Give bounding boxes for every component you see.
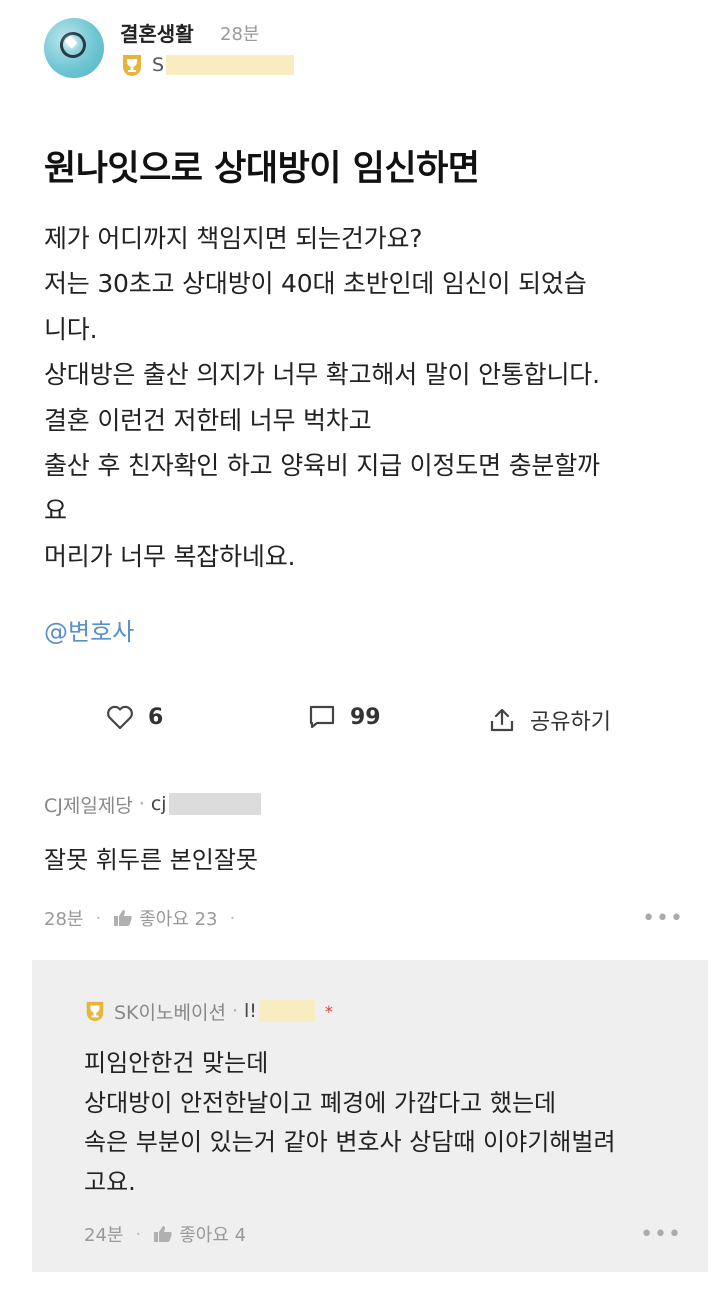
post-title: 원나잇으로 상대방이 임신하면 [44, 149, 480, 189]
post-body-line: 결혼 이런건 저한테 너무 벅차고 [44, 405, 372, 435]
board-name[interactable]: 결혼생활 [120, 18, 194, 47]
author-marker: * [324, 1001, 333, 1021]
reply: SK이노베이션 · l! * 피임안한건 맞는데 상대방이 안전한날이고 폐경에… [84, 996, 682, 1247]
comment-time: 28분 [44, 909, 84, 930]
mention-tag[interactable]: @변호사 [44, 612, 134, 647]
comment-header: CJ제일제당 · cj [44, 790, 684, 818]
comment-icon [309, 705, 335, 729]
comment-text: 잘못 휘두른 본인잘못 [44, 846, 258, 874]
post-body-line: 출산 후 친자확인 하고 양육비 지급 이정도면 충분할까 [44, 451, 600, 481]
comment: CJ제일제당 · cj 잘못 휘두른 본인잘못 28분 · 좋아요 23 · •… [44, 790, 684, 931]
trophy-badge-icon [86, 1001, 104, 1022]
post-time: 28분 [220, 24, 260, 45]
action-bar: 6 99 공유하기 [0, 696, 716, 744]
separator-dot: · [135, 1223, 142, 1245]
post-body-line: 머리가 너무 복잡하네요. [44, 541, 296, 571]
reply-header: SK이노베이션 · l! * [84, 996, 682, 1026]
comment-like-label[interactable]: 좋아요 23 [139, 905, 217, 931]
heart-icon [107, 705, 133, 730]
comment-meta: 28분 · 좋아요 23 · ••• [44, 904, 684, 932]
reply-body: 피임안한건 맞는데 상대방이 안전한날이고 폐경에 가깝다고 했는데 속은 부분… [84, 1044, 682, 1202]
post-body-line: 요 [44, 496, 67, 526]
share-label: 공유하기 [530, 710, 611, 735]
post-body-line: 제가 어디까지 책임지면 되는건가요? [44, 224, 423, 253]
reply-body-line: 속은 부분이 있는거 같아 변호사 상담때 이야기해벌려 [84, 1128, 616, 1156]
separator-dot: · [95, 907, 102, 929]
share-icon [490, 708, 514, 732]
redacted-author [166, 55, 295, 75]
more-dots-icon[interactable]: ••• [642, 906, 684, 931]
comment-button[interactable]: 99 [308, 704, 381, 730]
redacted-reply-author [258, 1000, 315, 1022]
post-body-line: 상대방은 출산 의지가 너무 확고해서 말이 안통합니다. [44, 360, 600, 390]
more-dots-icon[interactable]: ••• [640, 1222, 682, 1247]
share-button[interactable]: 공유하기 [488, 704, 611, 736]
comment-author: cj [150, 793, 167, 815]
reply-company[interactable]: SK이노베이션 [114, 998, 226, 1025]
post-body-line: 저는 30초고 상대방이 40대 초반인데 임신이 되었습 [44, 269, 587, 299]
reply-body-line: 상대방이 안전한날이고 폐경에 가깝다고 했는데 [84, 1088, 557, 1117]
post-body-line: 니다. [44, 314, 98, 344]
comment-company[interactable]: CJ제일제당 [44, 791, 133, 818]
separator-dot: · [231, 1000, 238, 1022]
reply-like-label[interactable]: 좋아요 4 [179, 1221, 246, 1247]
reply-meta: 24분 · 좋아요 4 ••• [84, 1220, 682, 1248]
reply-time: 24분 [84, 1225, 124, 1246]
thumbs-up-icon[interactable] [113, 909, 133, 927]
reply-body-line: 피임안한건 맞는데 [84, 1049, 269, 1077]
redacted-comment-author [168, 793, 261, 815]
separator-dot: · [229, 907, 236, 929]
author-row: S [120, 52, 295, 78]
reply-body-line: 고요. [84, 1167, 136, 1196]
post-header: 결혼생활 28분 S [44, 16, 684, 80]
post-body: 제가 어디까지 책임지면 되는건가요? 저는 30초고 상대방이 40대 초반인… [44, 216, 684, 579]
like-button[interactable]: 6 [106, 704, 163, 730]
trophy-badge-icon [123, 55, 141, 76]
author-name: S [152, 54, 165, 76]
board-avatar[interactable] [44, 18, 104, 78]
separator-dot: · [138, 793, 145, 815]
thumbs-up-icon[interactable] [153, 1225, 173, 1243]
like-count: 6 [148, 704, 164, 730]
reply-author: l! [243, 1000, 257, 1022]
comment-count: 99 [350, 704, 381, 730]
reply-container: SK이노베이션 · l! * 피임안한건 맞는데 상대방이 안전한날이고 폐경에… [32, 960, 708, 1272]
